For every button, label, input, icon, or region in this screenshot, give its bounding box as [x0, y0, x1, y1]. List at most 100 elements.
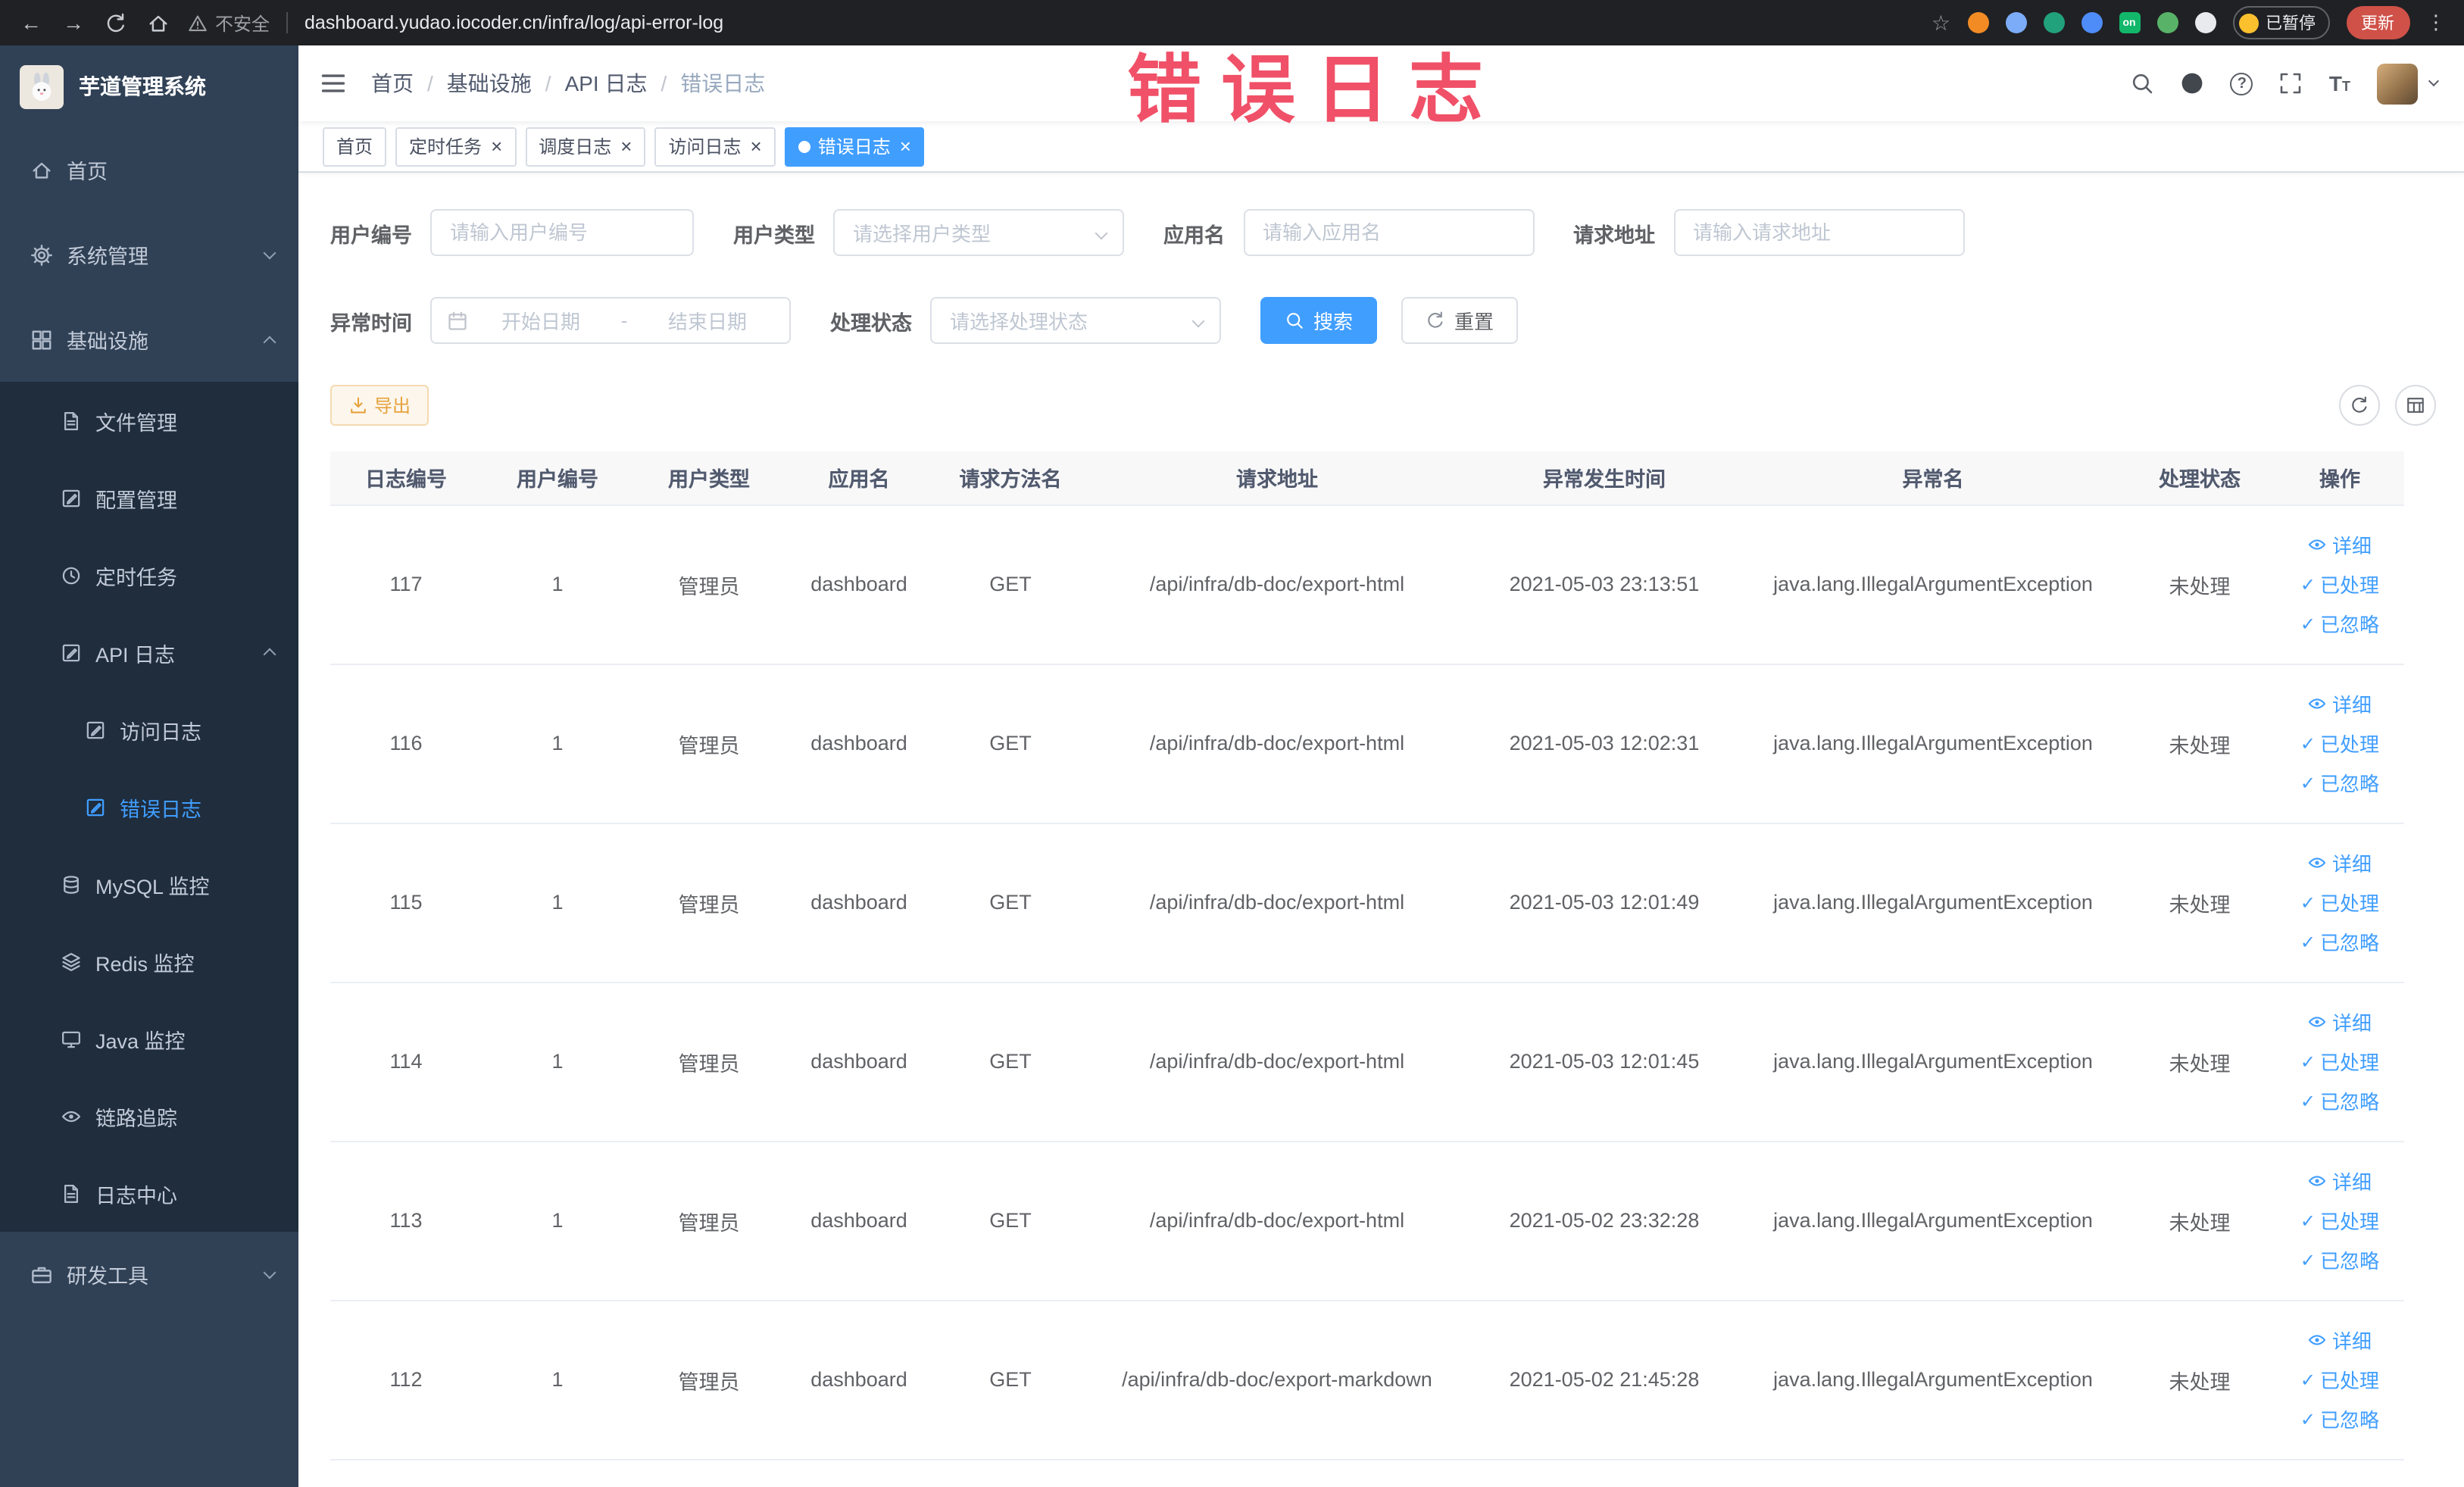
- user-type-select[interactable]: 请选择用户类型: [833, 209, 1124, 256]
- exception-time-range-picker[interactable]: 开始日期 - 结束日期: [430, 297, 791, 344]
- tab-access-log[interactable]: 访问日志 ×: [654, 127, 776, 166]
- sidebar-item-redis-monitor[interactable]: Redis 监控: [0, 923, 298, 1000]
- sidebar-item-config-management[interactable]: 配置管理: [0, 459, 298, 536]
- sidebar-toggle-button[interactable]: [320, 70, 347, 97]
- mark-ignored-link[interactable]: ✓ 已忽略: [2300, 763, 2379, 802]
- avatar-caret-down-icon[interactable]: [2427, 75, 2439, 87]
- reload-icon[interactable]: [103, 11, 129, 35]
- back-icon[interactable]: ←: [18, 11, 44, 35]
- tab-error-log[interactable]: 错误日志 ×: [784, 127, 925, 166]
- table-header-row: 日志编号 用户编号 用户类型 应用名 请求方法名 请求地址 异常发生时间 异常名…: [330, 451, 2404, 505]
- sidebar-item-trace[interactable]: 链路追踪: [0, 1077, 298, 1154]
- refresh-table-button[interactable]: [2338, 385, 2379, 426]
- extension-icon-blue-grid[interactable]: [2081, 12, 2102, 33]
- mark-ignored-link[interactable]: ✓ 已忽略: [2300, 1240, 2379, 1279]
- table-row: 116 1 管理员 dashboard GET /api/infra/db-do…: [330, 664, 2404, 823]
- ignored-link-label: 已忽略: [2320, 1091, 2380, 1114]
- tab-scheduled-tasks[interactable]: 定时任务 ×: [395, 127, 517, 166]
- browser-home-icon[interactable]: [145, 11, 171, 35]
- breadcrumb-item-api-logs[interactable]: API 日志: [565, 68, 648, 98]
- check-icon: ✓: [2300, 1408, 2316, 1429]
- mark-ignored-link[interactable]: ✓ 已忽略: [2300, 604, 2379, 643]
- sidebar-item-infrastructure[interactable]: 基础设施: [0, 297, 298, 382]
- cell-request-url: /api/infra/db-doc/export-html: [1088, 664, 1466, 823]
- tab-close-icon[interactable]: ×: [900, 136, 911, 156]
- mark-ignored-link[interactable]: ✓ 已忽略: [2300, 922, 2379, 961]
- table-body: 117 1 管理员 dashboard GET /api/infra/db-do…: [330, 505, 2404, 1460]
- extension-icon-green[interactable]: [2156, 12, 2178, 33]
- sidebar-item-dev-tools[interactable]: 研发工具: [0, 1232, 298, 1317]
- mark-ignored-link[interactable]: ✓ 已忽略: [2300, 1399, 2379, 1439]
- extension-icon-paw[interactable]: [2194, 12, 2216, 33]
- mark-processed-link[interactable]: ✓ 已处理: [2300, 1201, 2379, 1240]
- sidebar-item-error-log[interactable]: 错误日志: [0, 768, 298, 845]
- font-size-icon[interactable]: TT: [2329, 73, 2350, 94]
- detail-link[interactable]: 详细: [2308, 525, 2372, 564]
- address-bar[interactable]: dashboard.yudao.iocoder.cn/infra/log/api…: [304, 12, 723, 33]
- sidebar-item-file-management[interactable]: 文件管理: [0, 382, 298, 459]
- date-range-separator: -: [620, 309, 628, 332]
- reset-button[interactable]: 重置: [1401, 297, 1519, 344]
- monitor-icon: [61, 1028, 82, 1049]
- browser-update-button[interactable]: 更新: [2346, 6, 2409, 39]
- site-security-indicator[interactable]: 不安全: [188, 10, 270, 36]
- user-id-input[interactable]: [430, 209, 694, 256]
- cell-user-id: 1: [482, 664, 633, 823]
- export-button[interactable]: 导出: [330, 385, 429, 426]
- detail-link[interactable]: 详细: [2308, 1161, 2372, 1201]
- app-logo[interactable]: 芋道管理系统: [0, 45, 298, 127]
- sidebar-item-log-center[interactable]: 日志中心: [0, 1154, 298, 1232]
- cell-user-id: 1: [482, 1300, 633, 1460]
- sidebar-item-mysql-monitor[interactable]: MySQL 监控: [0, 845, 298, 923]
- sidebar-item-home[interactable]: 首页: [0, 127, 298, 212]
- process-status-select[interactable]: 请选择处理状态: [930, 297, 1221, 344]
- tab-close-icon[interactable]: ×: [491, 136, 502, 156]
- detail-link[interactable]: 详细: [2308, 843, 2372, 883]
- breadcrumb-item-home[interactable]: 首页: [371, 68, 414, 98]
- col-log-id: 日志编号: [330, 451, 482, 505]
- processed-link-label: 已处理: [2320, 574, 2380, 597]
- sidebar-item-java-monitor[interactable]: Java 监控: [0, 1000, 298, 1077]
- tab-close-icon[interactable]: ×: [751, 136, 762, 156]
- extension-icon-teal[interactable]: [2043, 12, 2064, 33]
- mark-processed-link[interactable]: ✓ 已处理: [2300, 883, 2379, 922]
- tab-label: 调度日志: [539, 136, 612, 158]
- layers-icon: [61, 951, 82, 972]
- sidebar-item-system-management[interactable]: 系统管理: [0, 212, 298, 297]
- profile-paused-badge[interactable]: 已暂停: [2232, 6, 2329, 39]
- fullscreen-icon[interactable]: [2279, 71, 2303, 95]
- detail-link[interactable]: 详细: [2308, 684, 2372, 723]
- column-settings-button[interactable]: [2394, 385, 2435, 426]
- mark-processed-link[interactable]: ✓ 已处理: [2300, 564, 2379, 604]
- detail-link[interactable]: 详细: [2308, 1320, 2372, 1360]
- request-url-input[interactable]: [1673, 209, 1964, 256]
- tab-close-icon[interactable]: ×: [620, 136, 632, 156]
- search-button[interactable]: 搜索: [1260, 297, 1378, 344]
- sidebar-item-access-log[interactable]: 访问日志: [0, 691, 298, 768]
- bookmark-star-icon[interactable]: ☆: [1932, 10, 1950, 36]
- extension-icon-blue-drop[interactable]: [2005, 12, 2026, 33]
- mark-processed-link[interactable]: ✓ 已处理: [2300, 723, 2379, 763]
- check-icon: ✓: [2300, 1090, 2316, 1111]
- download-icon: [348, 395, 368, 415]
- sidebar-item-label: 访问日志: [120, 720, 201, 743]
- mark-ignored-link[interactable]: ✓ 已忽略: [2300, 1081, 2379, 1120]
- check-icon: ✓: [2300, 573, 2316, 595]
- mark-processed-link[interactable]: ✓ 已处理: [2300, 1360, 2379, 1399]
- github-icon[interactable]: [2181, 71, 2205, 95]
- sidebar-item-api-logs[interactable]: API 日志: [0, 614, 298, 691]
- sidebar-item-scheduled-tasks[interactable]: 定时任务: [0, 536, 298, 614]
- extension-icon-on-badge[interactable]: on: [2119, 12, 2140, 33]
- search-icon[interactable]: [2131, 71, 2155, 95]
- forward-icon[interactable]: →: [61, 11, 86, 35]
- breadcrumb-item-infrastructure[interactable]: 基础设施: [447, 68, 532, 98]
- mark-processed-link[interactable]: ✓ 已处理: [2300, 1042, 2379, 1081]
- extension-icon-orange[interactable]: [1967, 12, 1988, 33]
- browser-menu-icon[interactable]: ⋮: [2426, 11, 2446, 35]
- user-avatar[interactable]: [2376, 63, 2417, 104]
- tab-schedule-log[interactable]: 调度日志 ×: [525, 127, 646, 166]
- help-icon[interactable]: ?: [2230, 72, 2253, 95]
- detail-link[interactable]: 详细: [2308, 1002, 2372, 1042]
- tab-home[interactable]: 首页: [323, 127, 387, 166]
- app-name-input[interactable]: [1243, 209, 1534, 256]
